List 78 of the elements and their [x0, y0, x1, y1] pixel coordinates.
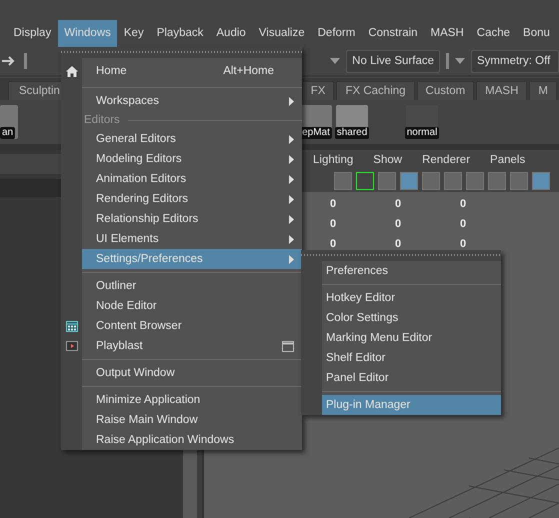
- menu-item[interactable]: UI Elements: [82, 229, 302, 249]
- menu-item[interactable]: Panel Editor: [322, 368, 501, 388]
- shelf-button[interactable]: epMat: [300, 105, 332, 139]
- menu-bar-item[interactable]: Audio: [210, 20, 252, 47]
- film-play-icon: [66, 341, 78, 351]
- menu-bar-item[interactable]: Key: [117, 20, 150, 47]
- shelf-tab[interactable]: MASH: [476, 81, 528, 100]
- option-box-icon[interactable]: [282, 340, 294, 352]
- menu-item[interactable]: Outliner: [82, 276, 302, 296]
- submenu-arrow-icon: [289, 194, 294, 204]
- menu-item[interactable]: Playblast: [82, 336, 302, 356]
- shelf-tab[interactable]: Custom: [416, 81, 474, 100]
- hud-value: 0: [330, 238, 338, 250]
- submenu-arrow-icon: [289, 134, 294, 144]
- menu-item[interactable]: General Editors: [82, 129, 302, 149]
- menu-item[interactable]: Animation Editors: [82, 169, 302, 189]
- shelf-button[interactable]: shared: [336, 105, 368, 139]
- hud-value: 0: [460, 218, 468, 230]
- dropdown-icon[interactable]: [330, 58, 340, 64]
- menu-bar-item[interactable]: Display: [7, 20, 58, 47]
- toolbar-icon[interactable]: [356, 172, 374, 190]
- submenu-arrow-icon: [289, 214, 294, 224]
- shelf-button[interactable]: an: [0, 105, 18, 139]
- toolbar-handle[interactable]: [24, 53, 27, 69]
- shelf-tab[interactable]: M: [529, 81, 557, 100]
- hud-value: 0: [330, 198, 338, 210]
- symmetry-field[interactable]: Symmetry: Off: [471, 50, 559, 72]
- menu-item[interactable]: Content Browser: [82, 316, 302, 336]
- menu-item[interactable]: Output Window: [82, 363, 302, 383]
- menu-item[interactable]: Raise Main Window: [82, 410, 302, 430]
- menu-item[interactable]: Rendering Editors: [82, 189, 302, 209]
- dropdown-icon[interactable]: [455, 58, 465, 64]
- hud-value: 0: [460, 198, 468, 210]
- toolbar-handle[interactable]: [446, 53, 449, 69]
- menu-item[interactable]: Home Alt+Home: [82, 58, 302, 84]
- submenu-arrow-icon: [289, 234, 294, 244]
- hud-value: 0: [395, 198, 402, 210]
- menu-bar-item[interactable]: Visualize: [252, 20, 312, 47]
- hud-value: 0: [395, 238, 402, 250]
- hud-value: 0: [330, 218, 338, 230]
- menu-bar-item[interactable]: Playback: [150, 20, 210, 47]
- live-surface-field[interactable]: No Live Surface: [346, 50, 440, 72]
- panel-menu-item[interactable]: Show: [369, 154, 410, 166]
- menu-bar-item[interactable]: Deform: [311, 20, 362, 47]
- submenu-arrow-icon: [289, 96, 294, 106]
- section-label: Editors: [83, 114, 121, 126]
- menu-item[interactable]: Raise Application Windows: [82, 430, 302, 450]
- panel-menu-item[interactable]: Panels: [486, 154, 534, 166]
- menu-bar-item[interactable]: Constrain: [362, 20, 424, 47]
- menu-item[interactable]: Relationship Editors: [82, 209, 302, 229]
- grid-window-icon: [66, 320, 78, 332]
- menu-bar-item[interactable]: MASH: [424, 20, 470, 47]
- menu-item[interactable]: Color Settings: [322, 308, 501, 328]
- panel-menu-item[interactable]: Lighting: [309, 154, 362, 166]
- shelf-button[interactable]: normal: [406, 105, 438, 139]
- menu-bar-item[interactable]: Cache: [470, 20, 517, 47]
- menu-item[interactable]: Plug-in Manager: [322, 395, 501, 415]
- submenu-arrow-icon: [289, 154, 294, 164]
- hud-value: 0: [395, 218, 402, 230]
- menu-item[interactable]: Workspaces: [82, 91, 302, 111]
- tear-off-bar[interactable]: [301, 250, 501, 261]
- menu-item[interactable]: Node Editor: [82, 296, 302, 316]
- menu-item[interactable]: Shelf Editor: [322, 348, 501, 368]
- menu-item[interactable]: Marking Menu Editor: [322, 328, 501, 348]
- shelf-tab[interactable]: FX: [302, 81, 334, 100]
- menu-item[interactable]: Modeling Editors: [82, 149, 302, 169]
- hud-value: 0: [460, 238, 468, 250]
- submenu-arrow-icon: [289, 254, 294, 264]
- menu-item[interactable]: Settings/Preferences: [82, 249, 302, 269]
- home-icon: [66, 66, 78, 76]
- menu-item[interactable]: Minimize Application: [82, 390, 302, 410]
- menu-item[interactable]: Hotkey Editor: [322, 288, 501, 308]
- shelf-tab[interactable]: FX Caching: [336, 81, 415, 100]
- panel-menu-item[interactable]: Renderer: [418, 154, 478, 166]
- arrow-icon[interactable]: [2, 55, 16, 67]
- menu-item[interactable]: Preferences: [322, 261, 501, 281]
- menu-bar-item[interactable]: Bonu: [516, 20, 556, 47]
- submenu-arrow-icon: [289, 174, 294, 184]
